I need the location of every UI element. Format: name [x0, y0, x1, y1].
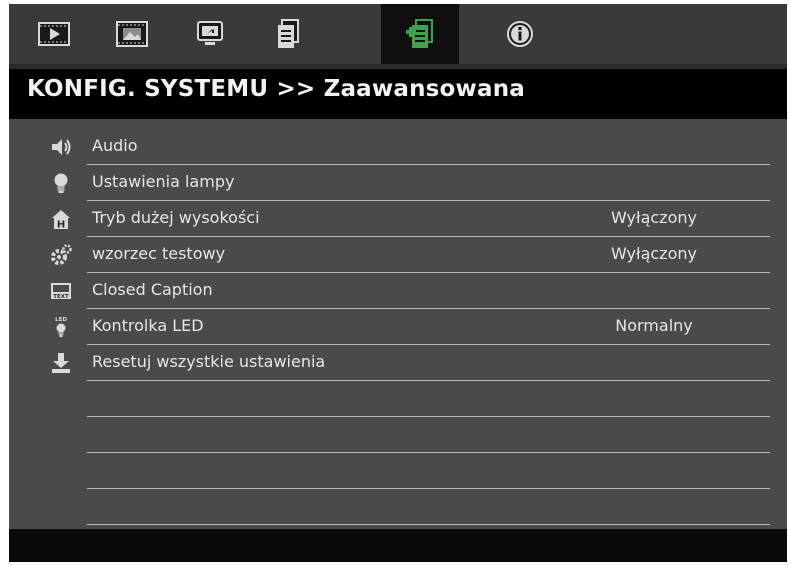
menu-item-led[interactable]: LED Kontrolka LED Normalny: [9, 309, 787, 345]
reset-icon: [49, 351, 73, 375]
menu-item-label: Kontrolka LED: [92, 316, 204, 335]
menu-item-high-altitude[interactable]: H Tryb dużej wysokości Wyłączony: [9, 201, 787, 237]
menu-item-label: Tryb dużej wysokości: [92, 208, 260, 227]
menu-item-reset-all[interactable]: Resetuj wszystkie ustawienia: [9, 345, 787, 381]
caption-text-icon: TEXT: [49, 279, 73, 303]
document-icon: [278, 19, 299, 48]
footer-bar: [9, 529, 787, 562]
high-altitude-icon: H: [49, 207, 73, 231]
menu-item-empty: [9, 489, 787, 525]
led-icon: LED: [49, 315, 73, 339]
page-title: KONFIG. SYSTEMU >> Zaawansowana: [27, 76, 526, 102]
menu-item-audio[interactable]: Audio: [9, 129, 787, 165]
svg-text:H: H: [57, 220, 65, 231]
row-divider: [87, 524, 770, 525]
menu-item-label: Resetuj wszystkie ustawienia: [92, 352, 326, 371]
tab-play[interactable]: [15, 4, 93, 64]
picture-icon: [116, 21, 148, 47]
settings-list: Audio Ustawienia lampy H Tryb dużej wyso…: [9, 119, 787, 529]
test-pattern-icon: [49, 243, 73, 267]
osd-menu: KONFIG. SYSTEMU >> Zaawansowana Audio Us…: [9, 4, 787, 562]
menu-item-empty: [9, 453, 787, 489]
tab-system-settings[interactable]: [381, 4, 459, 64]
menu-item-empty: [9, 417, 787, 453]
menu-item-label: Audio: [92, 136, 138, 155]
menu-item-label: Ustawienia lampy: [92, 172, 235, 191]
tab-info[interactable]: [481, 4, 559, 64]
page-title-bar: KONFIG. SYSTEMU >> Zaawansowana: [9, 69, 787, 119]
menu-item-lamp-settings[interactable]: Ustawienia lampy: [9, 165, 787, 201]
lamp-icon: [49, 171, 73, 195]
menu-item-closed-caption[interactable]: TEXT Closed Caption: [9, 273, 787, 309]
menu-item-test-pattern[interactable]: wzorzec testowy Wyłączony: [9, 237, 787, 273]
menu-item-label: wzorzec testowy: [92, 244, 226, 263]
speaker-icon: [49, 135, 73, 159]
svg-text:LED: LED: [55, 317, 67, 323]
tab-bar: [9, 4, 787, 64]
tab-screen[interactable]: [171, 4, 249, 64]
menu-item-label: Closed Caption: [92, 280, 213, 299]
play-icon: [38, 22, 70, 46]
tab-document[interactable]: [249, 4, 327, 64]
menu-item-value: Wyłączony: [611, 208, 697, 227]
menu-item-empty: [9, 381, 787, 417]
svg-text:TEXT: TEXT: [53, 294, 69, 300]
menu-item-value: Normalny: [615, 316, 693, 335]
menu-item-value: Wyłączony: [611, 244, 697, 263]
info-icon: [507, 21, 533, 47]
screen-icon: [197, 21, 223, 45]
system-settings-icon: [406, 19, 433, 48]
tab-picture[interactable]: [93, 4, 171, 64]
